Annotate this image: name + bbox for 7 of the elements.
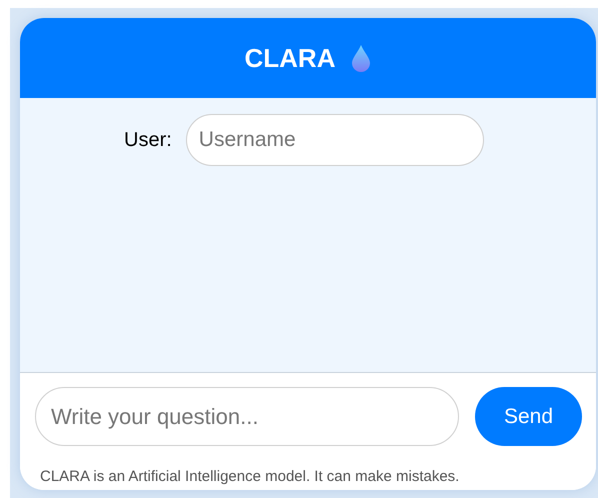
chat-title: CLARA [244,42,336,74]
username-field[interactable]: Username [186,114,484,166]
send-button[interactable]: Send [475,387,582,446]
question-field[interactable]: Write your question... [35,387,459,446]
droplet-icon [350,44,372,72]
user-label: User: [124,128,172,153]
disclaimer-text: CLARA is an Artificial Intelligence model. It can make mistakes. [40,467,460,487]
